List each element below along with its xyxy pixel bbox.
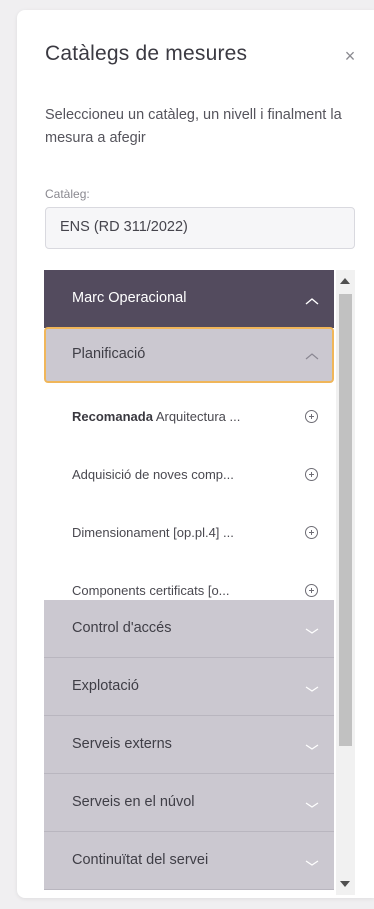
panel-description: Seleccioneu un catàleg, un nivell i fina…	[45, 107, 342, 146]
add-circle-icon[interactable]	[305, 584, 318, 597]
group-serveis-nuvol[interactable]: Serveis en el núvol	[44, 774, 334, 832]
measure-item-label: Arquitectura ...	[152, 409, 241, 424]
tree-scrollbar[interactable]	[336, 270, 355, 895]
group-continuitat-servei[interactable]: Continuïtat del servei	[44, 832, 334, 890]
group-label: Continuïtat del servei	[72, 852, 209, 868]
group-explotacio[interactable]: Explotació	[44, 658, 334, 716]
subcategory-groups: Control d'accés Explotació Serveis exter…	[44, 600, 334, 890]
subcategory-planificacio[interactable]: Planificació	[44, 327, 334, 383]
measure-item-label: Components certificats [o...	[72, 583, 230, 598]
measure-item[interactable]: Recomanada Arquitectura ...	[44, 388, 334, 446]
catalog-panel: Catàlegs de mesures × Seleccioneu un cat…	[17, 10, 374, 898]
add-circle-icon[interactable]	[305, 410, 318, 423]
chevron-down-icon	[305, 860, 319, 866]
catalog-select[interactable]: ENS (RD 311/2022)	[45, 207, 355, 249]
scroll-down-arrow-icon[interactable]	[340, 881, 350, 887]
measure-item-label: Adquisició de noves comp...	[72, 467, 234, 482]
group-control-acces[interactable]: Control d'accés	[44, 600, 334, 658]
group-label: Serveis externs	[72, 736, 172, 752]
subcategory-label: Planificació	[72, 346, 146, 362]
add-circle-icon[interactable]	[305, 468, 318, 481]
chevron-down-icon	[305, 802, 319, 808]
category-label: Marc Operacional	[72, 290, 187, 306]
scroll-up-arrow-icon[interactable]	[340, 278, 350, 284]
measure-item[interactable]: Dimensionament [op.pl.4] ...	[44, 504, 334, 562]
measure-item-prefix: Recomanada	[72, 409, 153, 424]
measure-tree: Marc Operacional Planificació Recomanada…	[44, 270, 355, 895]
group-label: Explotació	[72, 678, 139, 694]
measure-item-label: Dimensionament [op.pl.4] ...	[72, 525, 234, 540]
chevron-down-icon	[305, 628, 319, 634]
catalog-label: Catàleg:	[45, 187, 90, 201]
scrollbar-thumb[interactable]	[339, 294, 352, 746]
panel-title: Catàlegs de mesures	[45, 42, 248, 65]
close-icon[interactable]: ×	[342, 47, 358, 65]
measure-item[interactable]: Adquisició de noves comp...	[44, 446, 334, 504]
category-marc-operacional[interactable]: Marc Operacional	[44, 270, 334, 328]
group-label: Serveis en el núvol	[72, 794, 195, 810]
chevron-down-icon	[305, 744, 319, 750]
add-circle-icon[interactable]	[305, 526, 318, 539]
measure-list: Recomanada Arquitectura ... Adquisició d…	[44, 388, 334, 620]
chevron-up-icon	[305, 353, 319, 360]
chevron-down-icon	[305, 686, 319, 692]
chevron-up-icon	[305, 298, 319, 305]
group-serveis-externs[interactable]: Serveis externs	[44, 716, 334, 774]
group-label: Control d'accés	[72, 620, 172, 636]
